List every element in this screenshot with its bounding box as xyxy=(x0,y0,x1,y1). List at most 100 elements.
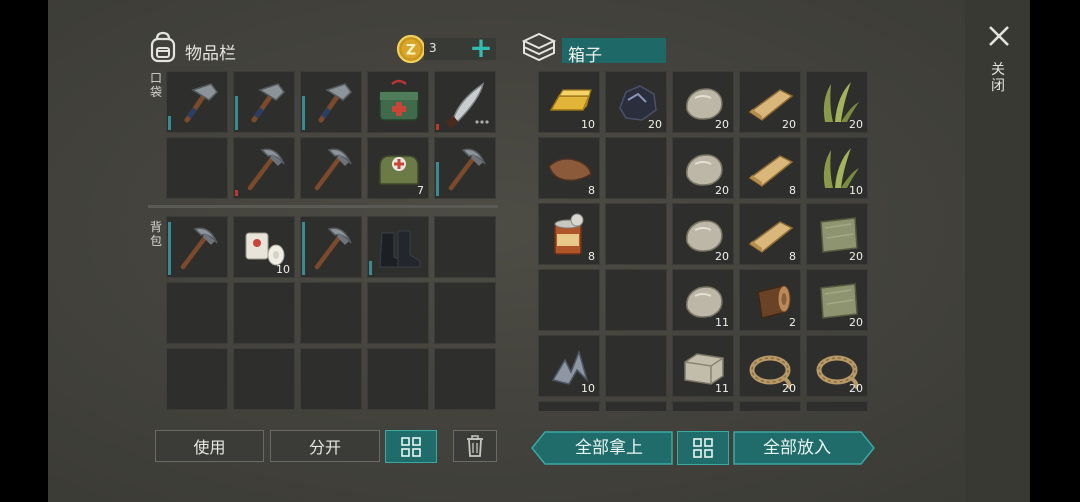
chest-slot[interactable]: 8 xyxy=(739,203,801,265)
durability-bar xyxy=(436,124,439,130)
grid-icon xyxy=(401,436,421,457)
pickaxe-icon xyxy=(448,148,486,191)
put-all-label: 全部放入 xyxy=(763,438,831,458)
take-all-label: 全部拿上 xyxy=(575,438,643,458)
close-label[interactable]: 关闭 xyxy=(990,62,1006,94)
grid-icon xyxy=(693,438,713,458)
pocket-slot[interactable] xyxy=(367,71,429,133)
durability-bar xyxy=(302,222,305,275)
chest-slot[interactable]: 20 xyxy=(672,203,734,265)
chest-slot[interactable]: 20 xyxy=(672,71,734,133)
item-quantity: 11 xyxy=(715,316,729,329)
use-button[interactable]: 使用 xyxy=(155,430,264,462)
item-quantity: 20 xyxy=(849,250,863,263)
chest-slot[interactable]: 20 xyxy=(672,137,734,199)
chest-slot[interactable]: 20 xyxy=(605,71,667,133)
backpack-slot[interactable] xyxy=(233,348,295,410)
sort-chest-button[interactable] xyxy=(677,431,729,465)
boots-icon xyxy=(379,230,421,268)
chest-slot[interactable]: 10 xyxy=(538,335,600,397)
hammer-icon xyxy=(184,83,218,123)
backpack-slot[interactable] xyxy=(300,282,362,344)
chest-slot[interactable]: 8 xyxy=(538,137,600,199)
chest-slot[interactable]: 8 xyxy=(739,137,801,199)
split-button[interactable]: 分开 xyxy=(270,430,380,462)
pocket-slot[interactable] xyxy=(300,137,362,199)
backpack-slot[interactable] xyxy=(166,348,228,410)
first-aid-kit-icon xyxy=(379,79,419,121)
chest-slot[interactable] xyxy=(538,269,600,331)
chest-slot[interactable]: 20 xyxy=(806,71,868,133)
pocket-slot[interactable] xyxy=(300,71,362,133)
backpack-slot[interactable] xyxy=(367,282,429,344)
chest-slot[interactable] xyxy=(739,401,801,411)
item-quantity: 8 xyxy=(789,184,796,197)
pocket-slot[interactable] xyxy=(166,71,228,133)
backpack-slot[interactable] xyxy=(434,348,496,410)
pocket-slot[interactable] xyxy=(233,71,295,133)
backpack-slot[interactable] xyxy=(367,348,429,410)
backpack-slot[interactable] xyxy=(434,282,496,344)
take-all-button[interactable]: 全部拿上 xyxy=(531,431,673,465)
inventory-divider xyxy=(148,205,498,208)
chest-slot[interactable]: 11 xyxy=(672,335,734,397)
item-quantity: 20 xyxy=(782,118,796,131)
chest-slot[interactable]: 20 xyxy=(739,335,801,397)
backpack-slot[interactable] xyxy=(300,216,362,278)
trash-button[interactable] xyxy=(453,430,497,462)
add-coins-button[interactable]: + xyxy=(468,33,494,63)
item-quantity: 8 xyxy=(588,250,595,263)
chest-slot[interactable]: 20 xyxy=(806,269,868,331)
chest-slot[interactable]: 2 xyxy=(739,269,801,331)
put-all-button[interactable]: 全部放入 xyxy=(733,431,875,465)
backpack-slot[interactable]: 10 xyxy=(233,216,295,278)
chest-slot[interactable]: 10 xyxy=(806,137,868,199)
chest-slot[interactable] xyxy=(605,269,667,331)
chest-slot[interactable] xyxy=(605,137,667,199)
backpack-slot[interactable] xyxy=(434,216,496,278)
pocket-slot[interactable]: 7 xyxy=(367,137,429,199)
pocket-slot[interactable] xyxy=(434,137,496,199)
backpack-slot[interactable] xyxy=(300,348,362,410)
item-quantity: 20 xyxy=(782,382,796,395)
chest-slot[interactable]: 11 xyxy=(672,269,734,331)
backpack-slot[interactable] xyxy=(233,282,295,344)
durability-bar xyxy=(235,96,238,130)
backpack-slot[interactable] xyxy=(166,216,228,278)
backpack-slot[interactable] xyxy=(166,282,228,344)
item-quantity: 11 xyxy=(715,382,729,395)
pickaxe-icon xyxy=(180,227,218,270)
svg-text:Z: Z xyxy=(406,43,416,59)
chest-slot[interactable] xyxy=(538,401,600,411)
close-button[interactable] xyxy=(982,20,1016,54)
chest-slot[interactable]: 8 xyxy=(538,203,600,265)
hammer-icon xyxy=(318,83,352,123)
coin-icon: Z xyxy=(396,34,426,64)
item-quantity: 20 xyxy=(849,382,863,395)
pocket-slot[interactable] xyxy=(233,137,295,199)
backpack-icon xyxy=(148,31,178,63)
pocket-slot[interactable] xyxy=(166,137,228,199)
chest-slot[interactable]: 20 xyxy=(806,203,868,265)
sort-inventory-button[interactable] xyxy=(385,430,437,463)
chest-slot[interactable] xyxy=(806,401,868,411)
chest-slot[interactable]: 10 xyxy=(538,71,600,133)
item-quantity: 2 xyxy=(789,316,796,329)
pocket-slot[interactable] xyxy=(434,71,496,133)
backpack-label: 背包 xyxy=(149,220,162,248)
chest-slot[interactable] xyxy=(605,401,667,411)
chest-slot[interactable] xyxy=(605,203,667,265)
backpack-slot[interactable] xyxy=(367,216,429,278)
durability-bar xyxy=(302,96,305,130)
screen: 物品栏 Z 3 + 箱子 关闭 口袋 背包 7 10 10 20 20 20 20 8 20… xyxy=(0,0,1080,502)
chest-slot[interactable] xyxy=(605,335,667,397)
chest-icon xyxy=(521,32,557,64)
pickaxe-icon xyxy=(247,148,285,191)
item-quantity: 10 xyxy=(849,184,863,197)
hammer-icon xyxy=(251,83,285,123)
chest-slot[interactable]: 20 xyxy=(739,71,801,133)
chest-slot[interactable] xyxy=(672,401,734,411)
item-quantity: 10 xyxy=(276,263,290,276)
pickaxe-icon xyxy=(314,227,352,270)
chest-slot[interactable]: 20 xyxy=(806,335,868,397)
